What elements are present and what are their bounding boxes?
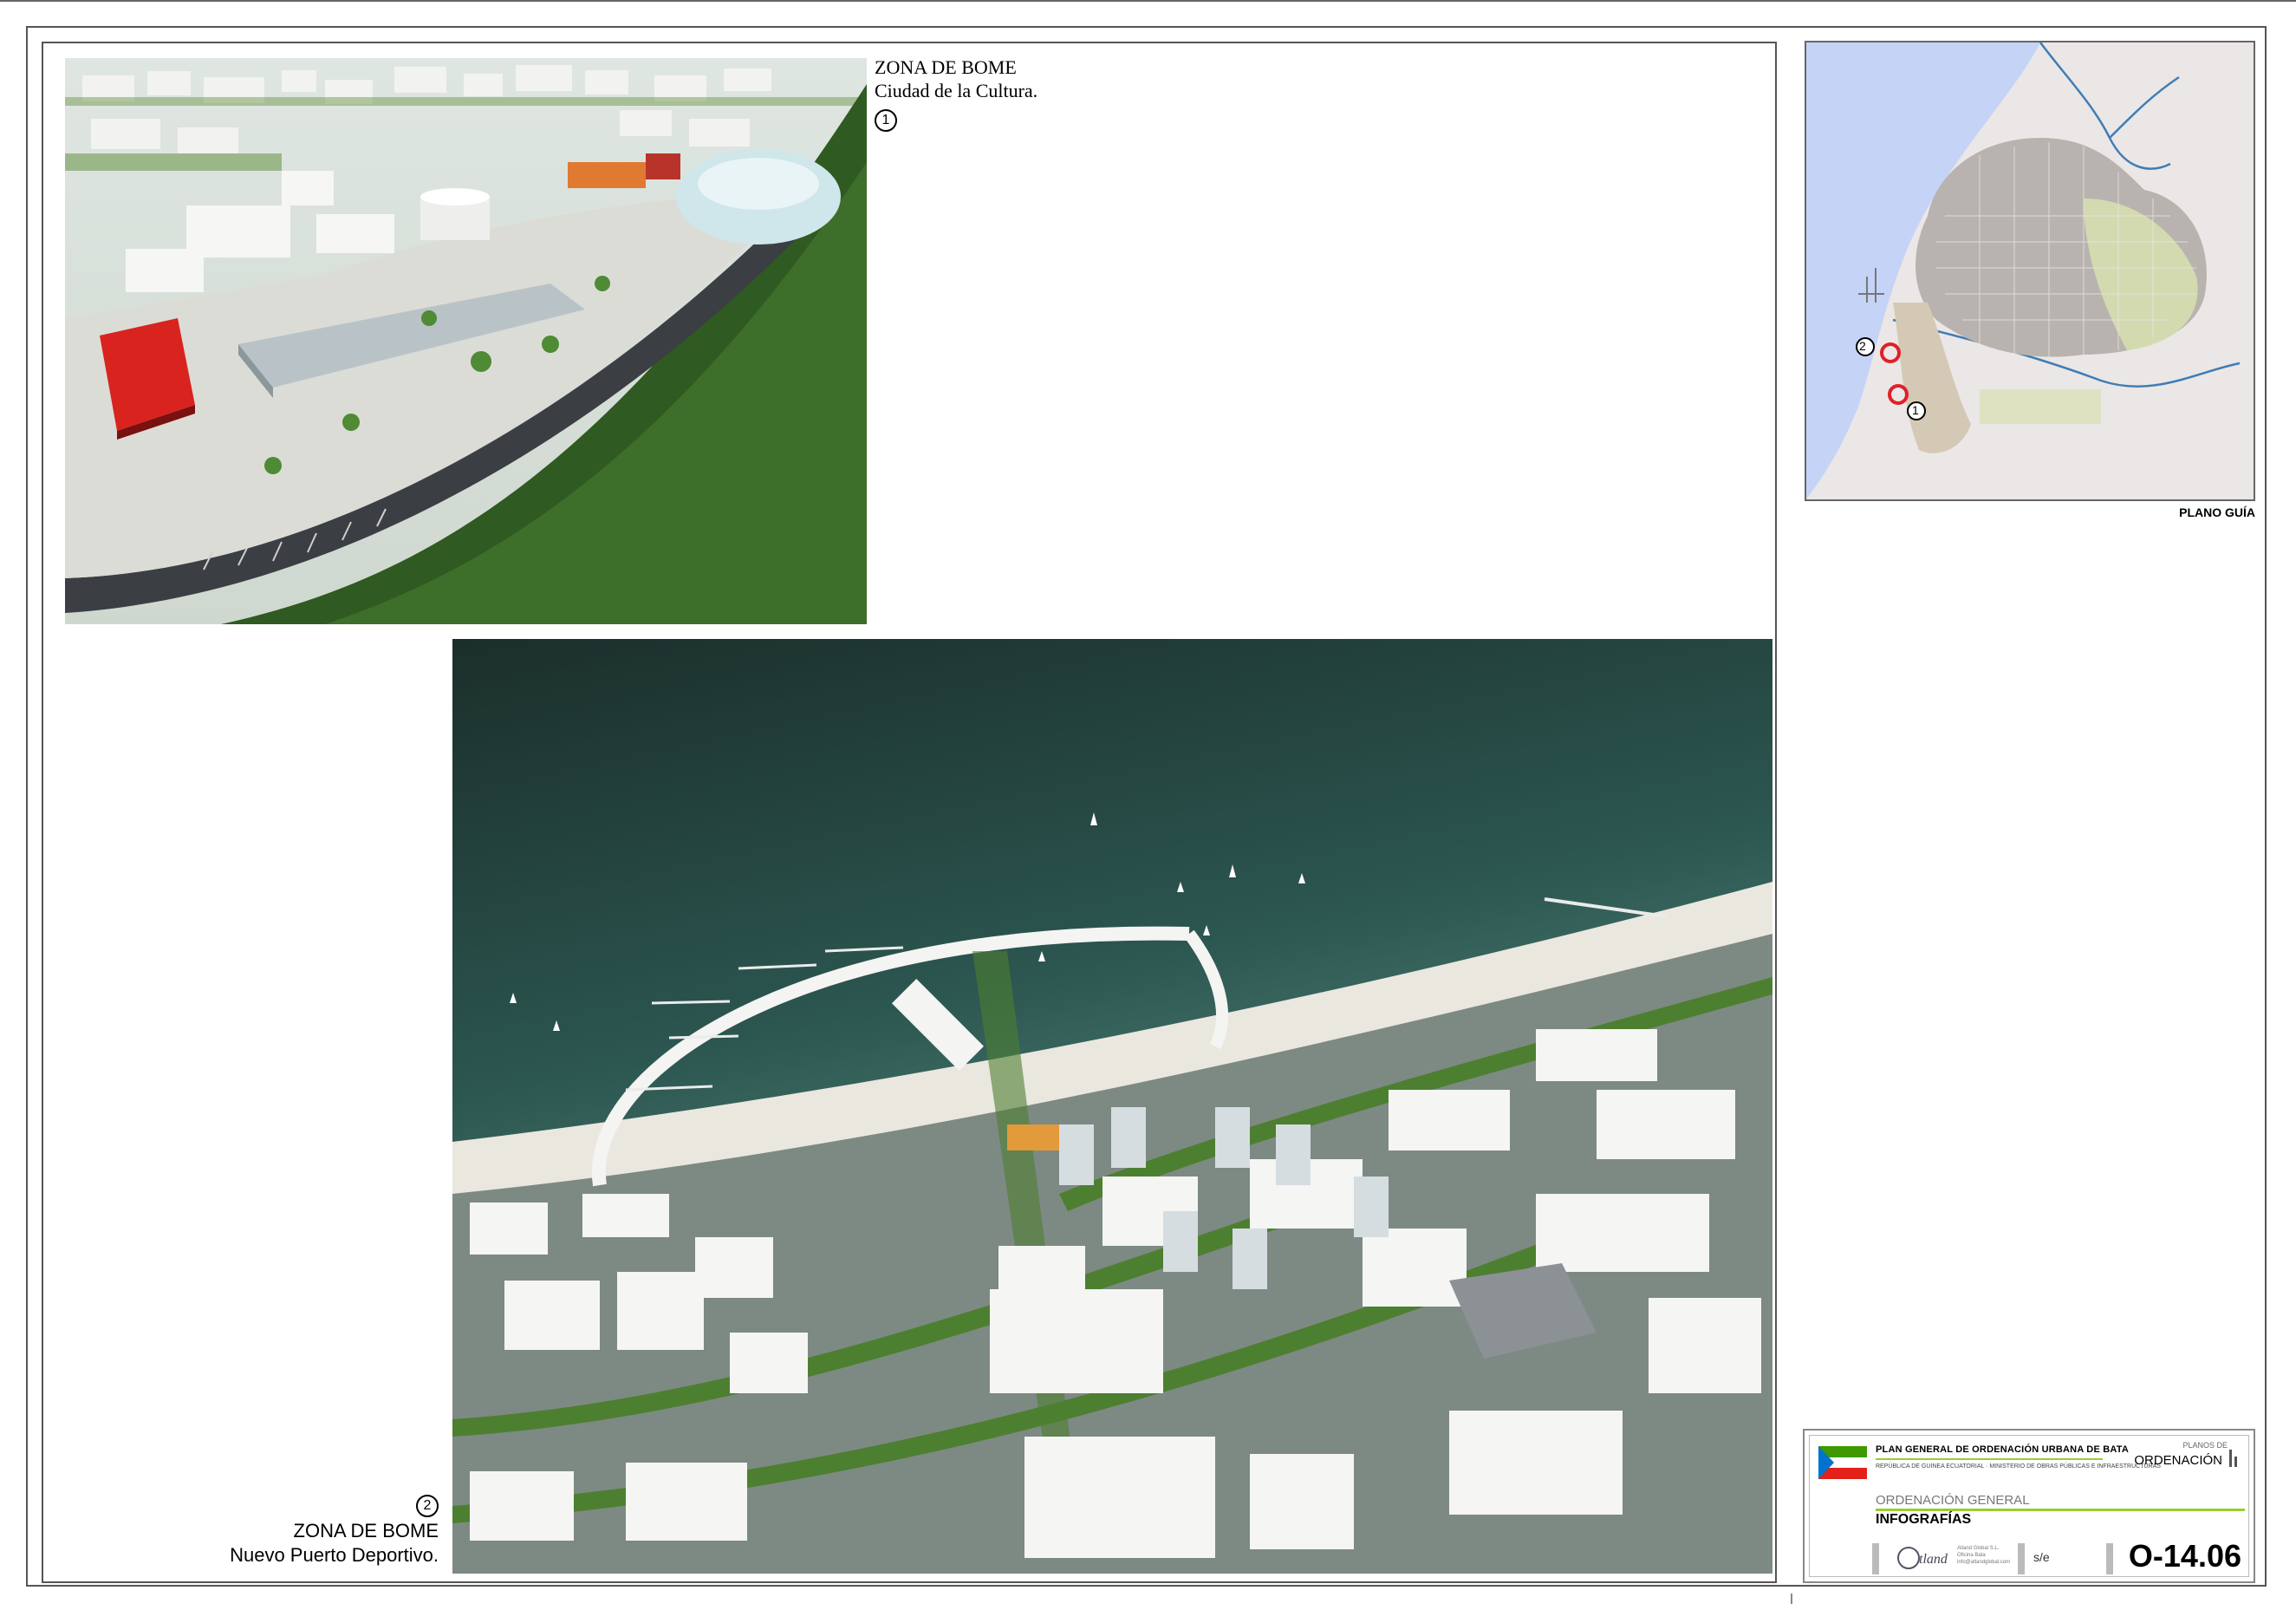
accent-rule	[1876, 1509, 2245, 1511]
sheet-title: INFOGRAFÍAS	[1876, 1512, 1972, 1527]
project-subtitle: REPÚBLICA DE GUINEA ECUATORIAL · MINISTE…	[1876, 1463, 2161, 1470]
ordenacion-label: ORDENACIÓN	[2134, 1453, 2222, 1468]
scale: s/e	[2033, 1550, 2050, 1564]
top-rule	[0, 0, 2296, 2]
caption-puerto-deportivo: 2 ZONA DE BOME Nuevo Puerto Deportivo.	[173, 1491, 439, 1568]
render-puerto-deportivo	[452, 639, 1772, 1574]
map-marker-1: 1	[1912, 403, 1919, 417]
marker-number: 2	[416, 1495, 439, 1517]
title-block: PLAN GENERAL DE ORDENACIÓN URBANA DE BAT…	[1803, 1429, 2255, 1583]
caption-ciudad-cultura: ZONA DE BOME Ciudad de la Cultura. 1	[875, 55, 1037, 132]
project-title: PLAN GENERAL DE ORDENACIÓN URBANA DE BAT…	[1876, 1444, 2129, 1455]
company-info: Atland Global S.L. Oficina Bata info@atl…	[1957, 1546, 2011, 1565]
caption-subtitle: Ciudad de la Cultura.	[875, 80, 1038, 101]
marker-number: 1	[875, 109, 897, 132]
caption-title: ZONA DE BOME	[293, 1520, 439, 1542]
render-ciudad-cultura	[65, 58, 867, 624]
atland-logo-icon: tland	[1897, 1547, 1948, 1569]
label-bar	[1872, 1543, 1879, 1574]
guide-map-label: PLANO GUÍA	[2179, 505, 2255, 519]
equatorial-guinea-flag-icon	[1818, 1446, 1867, 1479]
caption-subtitle: Nuevo Puerto Deportivo.	[230, 1544, 439, 1566]
map-marker-2: 2	[1859, 339, 1866, 353]
plan-section-icon	[2229, 1450, 2237, 1467]
accent-rule	[1876, 1458, 2103, 1460]
section-label: ORDENACIÓN GENERAL	[1876, 1493, 2030, 1508]
guide-map: 2 1	[1805, 41, 2255, 501]
sheet-code: O-14.06	[2128, 1538, 2241, 1574]
label-bar	[2018, 1543, 2025, 1574]
label-bar	[2106, 1543, 2113, 1574]
fold-mark	[1791, 1594, 1792, 1604]
planos-de-label: PLANOS DE	[2182, 1441, 2228, 1450]
svg-text:tland: tland	[1919, 1552, 1948, 1567]
caption-title: ZONA DE BOME	[875, 56, 1017, 78]
